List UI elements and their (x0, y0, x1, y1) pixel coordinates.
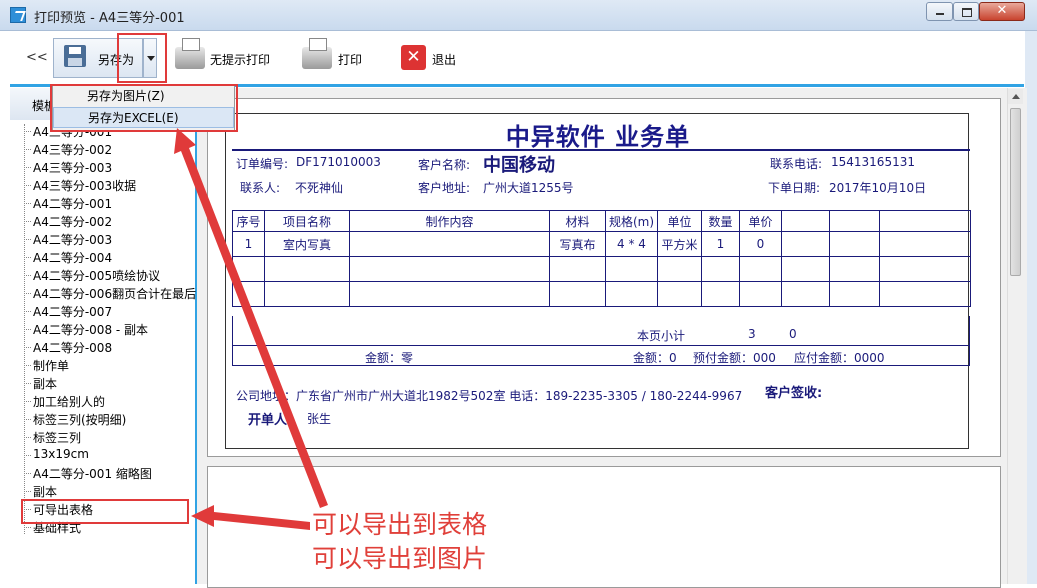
annotation-arrow-left (191, 505, 310, 530)
annotation-arrow-up (174, 128, 328, 508)
annotation-arrows (174, 128, 328, 530)
annotation-text-image: 可以导出到图片 (312, 544, 488, 573)
annotation-text-table: 可以导出到表格 (312, 510, 488, 539)
